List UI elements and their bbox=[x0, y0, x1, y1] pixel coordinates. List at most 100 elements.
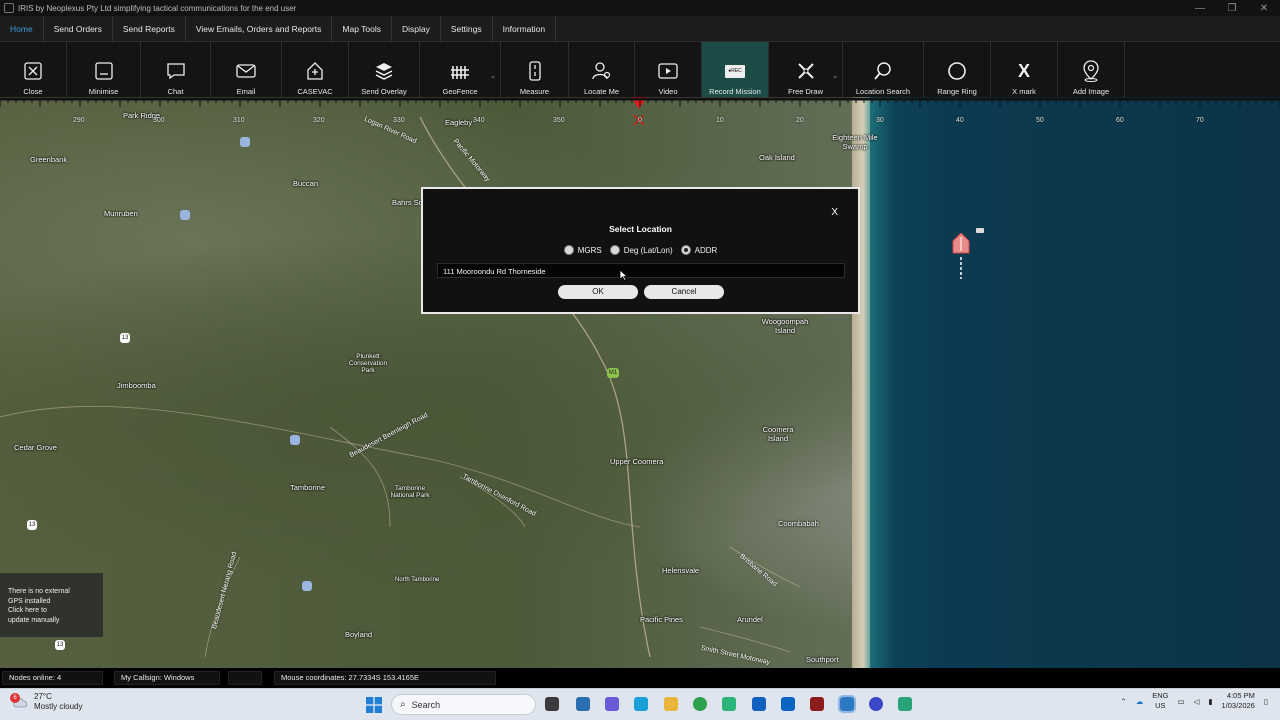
boat-marker-icon[interactable] bbox=[952, 232, 970, 281]
app-icon[interactable] bbox=[810, 697, 824, 711]
minimise-button[interactable]: Minimise bbox=[67, 42, 141, 97]
task-view-icon[interactable] bbox=[545, 697, 559, 711]
geofence-dropdown-icon[interactable]: ⌄ bbox=[490, 72, 496, 80]
system-tray: ⌃ ☁ ENG US ▭ ◁ ▮ 4:05 PM 1/03/2026 ▯ bbox=[1120, 691, 1268, 711]
chat-icon bbox=[165, 60, 187, 82]
iris-app-icon[interactable] bbox=[838, 695, 856, 713]
edge-icon[interactable] bbox=[634, 697, 648, 711]
mouse-cursor-icon bbox=[619, 268, 629, 286]
dialog-close-button[interactable]: X bbox=[831, 207, 838, 218]
app-icon[interactable] bbox=[576, 697, 590, 711]
ocean-area bbox=[870, 97, 1280, 668]
tab-settings[interactable]: Settings bbox=[441, 16, 493, 42]
record-icon: ●REC bbox=[724, 60, 746, 82]
app-icon[interactable] bbox=[869, 697, 883, 711]
locate-me-button[interactable]: Locate Me bbox=[569, 42, 635, 97]
close-window-button[interactable]: ✕ bbox=[1248, 3, 1280, 14]
range-ring-button[interactable]: Range Ring bbox=[924, 42, 991, 97]
send-overlay-button[interactable]: Send Overlay bbox=[349, 42, 420, 97]
windows-start-icon[interactable] bbox=[366, 697, 382, 713]
record-mission-label: Record Mission bbox=[709, 87, 761, 96]
video-button[interactable]: Video bbox=[635, 42, 702, 97]
file-explorer-icon[interactable] bbox=[664, 697, 678, 711]
battery-icon[interactable]: ▮ bbox=[1208, 697, 1212, 706]
radio-mgrs[interactable]: MGRS bbox=[563, 245, 602, 255]
clock[interactable]: 4:05 PM 1/03/2026 bbox=[1221, 691, 1254, 711]
notepad-icon[interactable] bbox=[898, 697, 912, 711]
tab-information[interactable]: Information bbox=[493, 16, 557, 42]
maximize-window-button[interactable]: ❐ bbox=[1216, 3, 1248, 14]
place-label: Eighteen Mile Swamp bbox=[832, 133, 878, 151]
locate-me-label: Locate Me bbox=[583, 87, 620, 96]
casevac-button[interactable]: CASEVAC bbox=[282, 42, 349, 97]
chevron-up-icon[interactable]: ⌃ bbox=[1120, 697, 1126, 706]
geofence-button[interactable]: GeoFence ⌄ bbox=[420, 42, 501, 97]
location-search-button[interactable]: Location Search bbox=[843, 42, 924, 97]
tab-map-tools[interactable]: Map Tools bbox=[332, 16, 392, 42]
cancel-button[interactable]: Cancel bbox=[644, 285, 724, 299]
radio-label: ADDR bbox=[694, 245, 718, 255]
close-button[interactable]: Close bbox=[0, 42, 67, 97]
ribbon-toolbar: Close Minimise Chat Email CASEVAC Send O… bbox=[0, 42, 1280, 97]
tab-home[interactable]: Home bbox=[0, 16, 44, 42]
radio-deg-lat-lon[interactable]: Deg (Lat/Lon) bbox=[609, 245, 673, 255]
outlook-icon[interactable] bbox=[752, 697, 766, 711]
ruler-icon bbox=[524, 60, 546, 82]
ok-button[interactable]: OK bbox=[558, 285, 638, 299]
bearing-tick-label: 30 bbox=[876, 117, 884, 124]
place-label: Tamborine bbox=[290, 483, 326, 492]
email-button[interactable]: Email bbox=[211, 42, 282, 97]
radio-addr[interactable]: ADDR bbox=[680, 245, 718, 255]
free-draw-button[interactable]: Free Draw ⌄ bbox=[769, 42, 843, 97]
volume-icon[interactable]: ◁ bbox=[1194, 697, 1200, 706]
bearing-tick-label: 50 bbox=[1036, 117, 1044, 124]
language-indicator[interactable]: ENG US bbox=[1152, 691, 1168, 711]
minimize-window-button[interactable]: — bbox=[1184, 3, 1216, 14]
x-mark-button[interactable]: X X mark bbox=[991, 42, 1058, 97]
map-poi-icon bbox=[240, 137, 250, 147]
chrome-app-icon[interactable] bbox=[722, 697, 736, 711]
address-input[interactable]: 111 Mooroondu Rd Thorneside bbox=[437, 263, 845, 278]
callsign: My Callsign: Windows bbox=[114, 671, 220, 685]
chrome-icon[interactable] bbox=[693, 697, 707, 711]
bearing-tick-label: 350 bbox=[553, 117, 565, 124]
chat-button[interactable]: Chat bbox=[141, 42, 211, 97]
map-poi-icon bbox=[302, 581, 312, 591]
video-label: Video bbox=[658, 87, 678, 96]
tab-display[interactable]: Display bbox=[392, 16, 441, 42]
route-shield: 13 bbox=[55, 640, 65, 650]
minimise-icon bbox=[93, 60, 115, 82]
taskbar-search[interactable]: ⌕ Search bbox=[391, 694, 536, 715]
weather-temperature: 27°C bbox=[34, 692, 52, 701]
tab-view-emails[interactable]: View Emails, Orders and Reports bbox=[186, 16, 333, 42]
bearing-tick-label: 320 bbox=[313, 117, 325, 124]
cloud-icon: 6 bbox=[10, 693, 30, 709]
record-mission-button[interactable]: ●REC Record Mission bbox=[702, 42, 769, 97]
windows-taskbar: 6 27°C Mostly cloudy ⌕ Search ⌃ ☁ ENG US… bbox=[0, 688, 1280, 720]
teams-icon[interactable] bbox=[605, 697, 619, 711]
gps-notice[interactable]: There is no external GPS installed Click… bbox=[0, 573, 103, 637]
tab-send-reports[interactable]: Send Reports bbox=[113, 16, 186, 42]
boat-label-icon bbox=[976, 228, 984, 233]
free-draw-dropdown-icon[interactable]: ⌄ bbox=[832, 72, 838, 80]
linkedin-icon[interactable] bbox=[781, 697, 795, 711]
status-bar: Nodes online: 4 My Callsign: Windows Mou… bbox=[0, 668, 1280, 688]
close-label: Close bbox=[23, 87, 43, 96]
measure-button[interactable]: Measure bbox=[501, 42, 569, 97]
close-icon bbox=[22, 60, 44, 82]
weather-widget[interactable]: 6 27°C Mostly cloudy bbox=[10, 692, 82, 712]
network-icon[interactable]: ▭ bbox=[1177, 697, 1184, 706]
satellite-map[interactable]: Park Ridge Greenbank Munruben Buccan Bah… bbox=[0, 97, 1280, 668]
radio-dot bbox=[609, 245, 620, 255]
window-title: IRIS by Neoplexus Pty Ltd simplifying ta… bbox=[18, 3, 297, 13]
notifications-icon[interactable]: ▯ bbox=[1264, 697, 1268, 706]
onedrive-icon[interactable]: ☁ bbox=[1136, 697, 1144, 706]
gps-notice-line: Click here to bbox=[8, 607, 47, 614]
radio-dot bbox=[563, 245, 574, 255]
route-shield: 13 bbox=[120, 333, 130, 343]
tab-send-orders[interactable]: Send Orders bbox=[44, 16, 113, 42]
app-icon bbox=[4, 3, 14, 13]
place-label: Munruben bbox=[104, 209, 138, 218]
add-image-button[interactable]: Add Image bbox=[1058, 42, 1125, 97]
bearing-tick-label: 310 bbox=[233, 117, 245, 124]
